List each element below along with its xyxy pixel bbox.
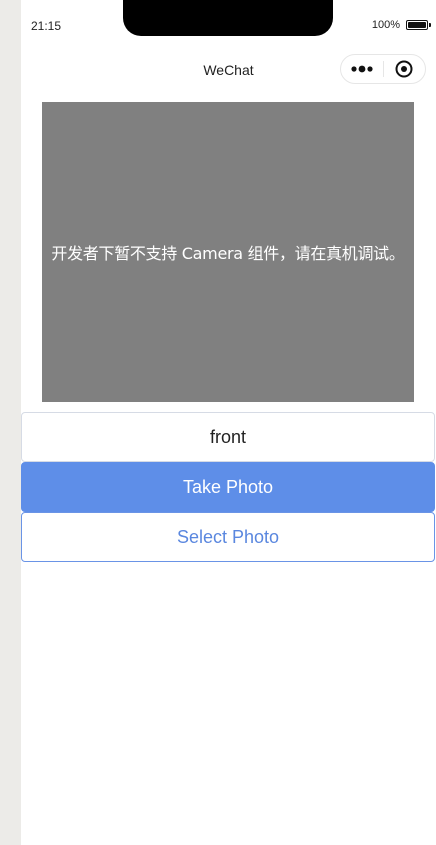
camera-unsupported-message: 开发者下暂不支持 Camera 组件，请在真机调试。 [51,244,405,263]
more-dots-icon [351,65,373,73]
camera-preview: 开发者下暂不支持 Camera 组件，请在真机调试。 [42,102,414,402]
mini-program-capsule [340,54,426,84]
battery-percentage: 100% [371,19,400,31]
more-button[interactable] [341,55,383,83]
battery-icon [406,20,431,30]
status-bar: 21:15 100% [21,0,436,44]
status-time: 21:15 [31,19,62,33]
phone-screen: 21:15 100% WeChat 开发者下暂不支持 Camera 组件，请在真… [21,0,436,845]
navigation-bar: WeChat [21,44,436,94]
take-photo-button[interactable]: Take Photo [21,462,435,512]
battery-fill [408,22,426,28]
device-notch [123,0,333,36]
target-circle-icon [395,60,413,78]
front-camera-button[interactable]: front [21,412,435,462]
select-photo-button[interactable]: Select Photo [21,512,435,562]
battery-status: 100% [371,19,431,31]
close-button[interactable] [384,55,426,83]
